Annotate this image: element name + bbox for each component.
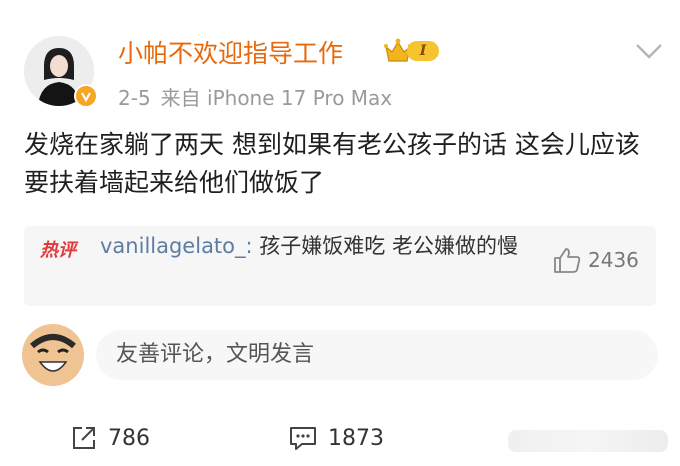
post-content: 发烧在家躺了两天 想到如果有老公孩子的话 这会儿应该要扶着墙起来给他们做饭了 [24, 130, 640, 197]
like-count: 2436 [588, 248, 639, 272]
post-source: 来自 iPhone 17 Pro Max [160, 86, 393, 110]
comment-icon [290, 427, 316, 450]
thumbs-up-icon [554, 248, 581, 273]
rank-level: I [407, 41, 439, 61]
comment-input[interactable]: 友善评论，文明发言 [96, 330, 658, 380]
post-meta: 2-5 来自 iPhone 17 Pro Max [118, 82, 392, 111]
comment-count: 1873 [328, 425, 384, 451]
like-button[interactable]: 2436 [552, 246, 639, 274]
hot-comment-text: vanillagelato_: 孩子嫌饭难吃 老公嫌做的慢 [100, 232, 540, 260]
blurred-watermark [508, 430, 668, 452]
comment-button[interactable]: 1873 [288, 424, 384, 452]
hot-comment-body: 孩子嫌饭难吃 老公嫌做的慢 [252, 234, 518, 258]
repost-button[interactable]: 786 [70, 424, 150, 452]
repost-icon [73, 427, 95, 449]
rank-badge[interactable]: I [383, 37, 439, 65]
repost-count: 786 [108, 425, 150, 451]
post-username[interactable]: 小帕不欢迎指导工作 [118, 34, 343, 70]
hot-comment-tag: 热评 [40, 240, 76, 261]
hot-comment-user[interactable]: vanillagelato_: [100, 234, 253, 258]
post-date: 2-5 [118, 86, 151, 110]
chevron-down-icon[interactable] [633, 40, 665, 62]
commenter-avatar [22, 324, 84, 386]
hot-comment[interactable]: 热评 vanillagelato_: 孩子嫌饭难吃 老公嫌做的慢 2436 [24, 226, 656, 306]
verified-badge-icon [74, 84, 98, 108]
